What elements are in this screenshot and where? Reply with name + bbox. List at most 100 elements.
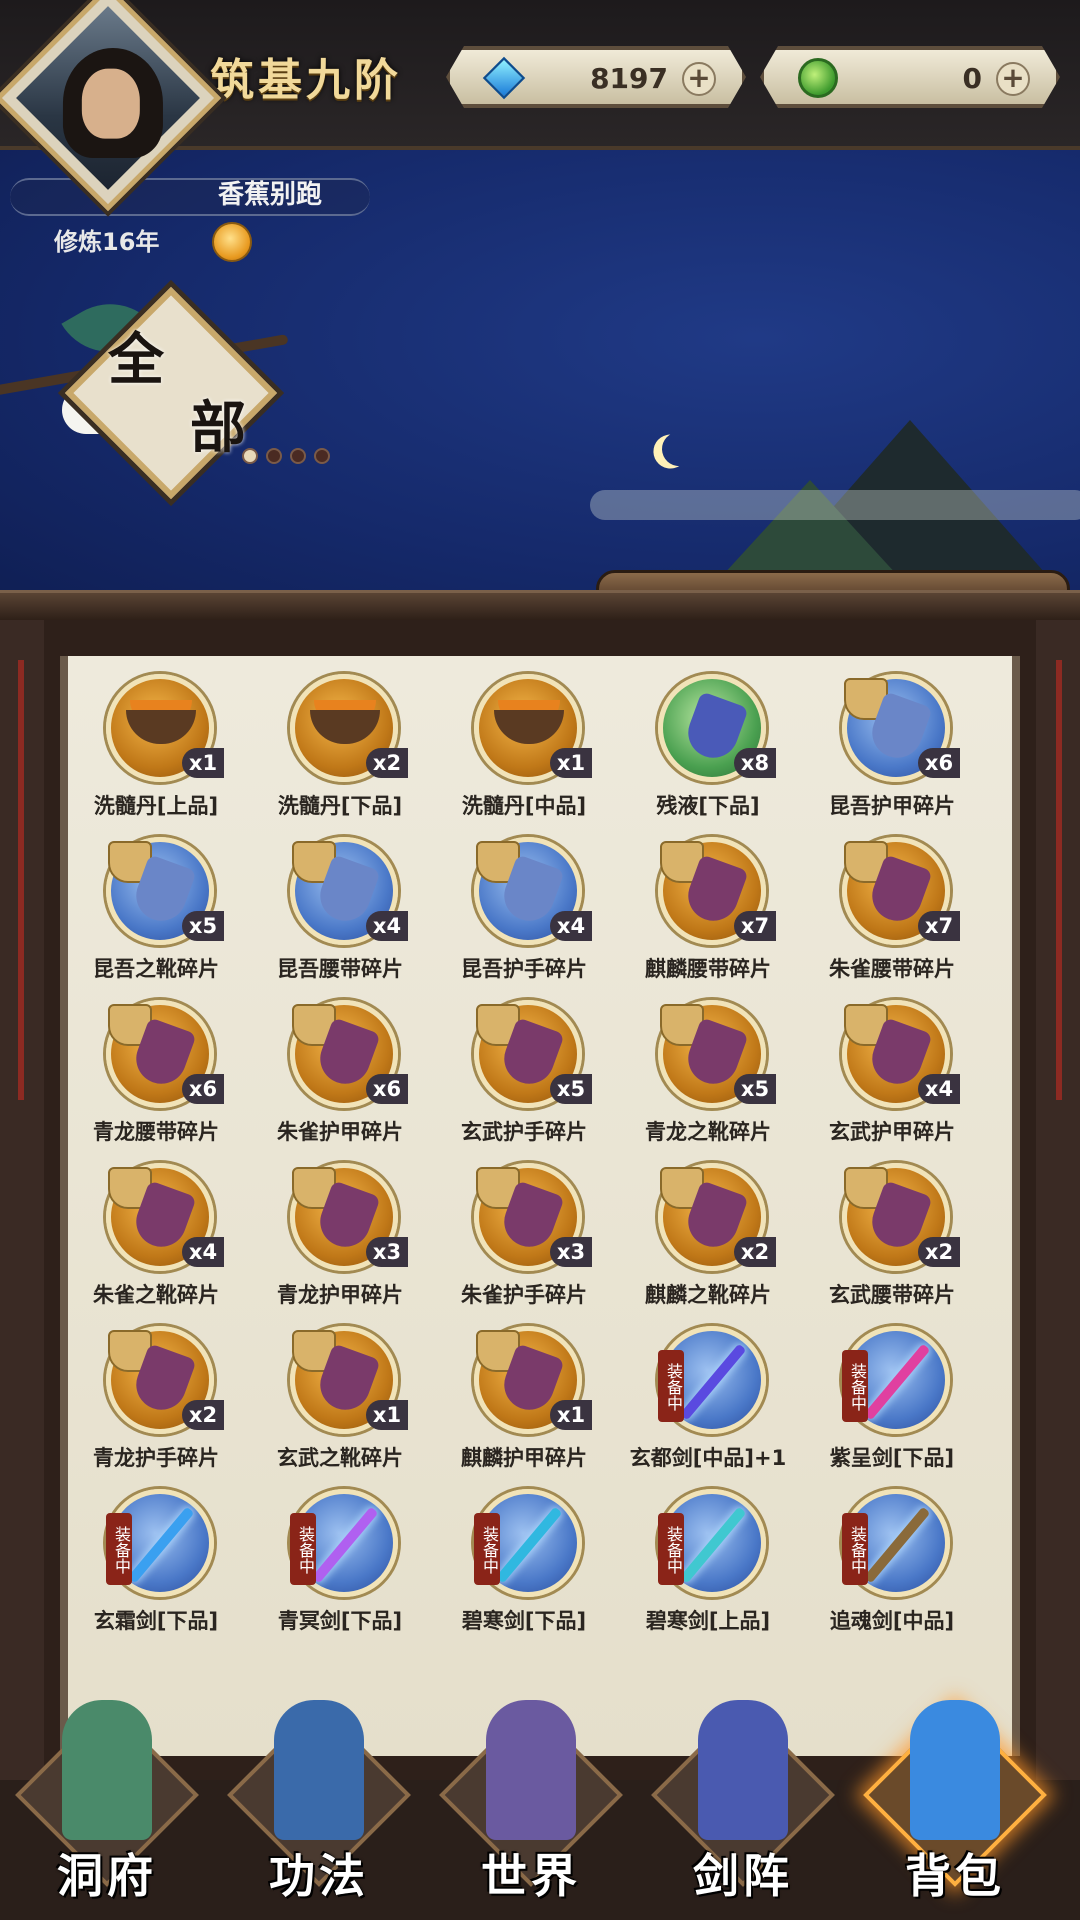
item-count: x7 xyxy=(918,911,960,941)
inventory-item[interactable]: 装备中碧寒剑[下品] xyxy=(432,1489,616,1652)
item-name: 朱雀之靴碎片 xyxy=(93,1283,219,1307)
nav-bag-button[interactable]: 背包 xyxy=(860,1690,1050,1903)
inventory-item[interactable]: 装备中玄都剑[中品]+1 xyxy=(616,1326,800,1489)
inventory-item[interactable]: x4 玄武护甲碎片 xyxy=(800,1000,984,1163)
inventory-item[interactable]: 装备中 碧寒剑[上品] xyxy=(616,1489,800,1652)
nav-label: 洞府 xyxy=(57,1849,157,1903)
technique-book-icon xyxy=(274,1700,364,1840)
inventory-item[interactable]: x5 昆吾之靴碎片 xyxy=(64,837,248,1000)
filter-label-char: 部 xyxy=(190,395,246,461)
item-name: 玄武之靴碎片 xyxy=(277,1446,403,1470)
item-name: 玄武护手碎片 xyxy=(461,1120,587,1144)
page-dot[interactable] xyxy=(266,448,282,464)
item-name: 碧寒剑[下品] xyxy=(461,1609,587,1633)
inventory-item[interactable]: x1 玄武之靴碎片 xyxy=(248,1326,432,1489)
item-count: x1 xyxy=(550,1400,592,1430)
inventory-item[interactable]: x7 朱雀腰带碎片 xyxy=(800,837,984,1000)
inventory-item[interactable]: x2 青龙护手碎片 xyxy=(64,1326,248,1489)
item-name: 青龙护甲碎片 xyxy=(277,1283,403,1307)
nav-label: 世界 xyxy=(481,1849,581,1903)
item-name: 麒麟之靴碎片 xyxy=(645,1283,771,1307)
inventory-item[interactable]: x1 麒麟护甲碎片 xyxy=(432,1326,616,1489)
inventory-item[interactable]: x3 朱雀护手碎片 xyxy=(432,1163,616,1326)
item-name: 昆吾护手碎片 xyxy=(461,957,587,981)
nav-cave-button[interactable]: 洞府 xyxy=(12,1690,202,1903)
inventory-item[interactable]: 装备中 追魂剑[中品] xyxy=(800,1489,984,1652)
page-indicator xyxy=(242,448,330,464)
inventory-item[interactable]: x4 昆吾护手碎片 xyxy=(432,837,616,1000)
item-count: x5 xyxy=(182,911,224,941)
inventory-item[interactable]: x3 青龙护甲碎片 xyxy=(248,1163,432,1326)
inventory-item[interactable]: x5 玄武护手碎片 xyxy=(432,1000,616,1163)
page-dot[interactable] xyxy=(290,448,306,464)
item-name: 朱雀腰带碎片 xyxy=(829,957,955,981)
item-count: x5 xyxy=(550,1074,592,1104)
item-count: x3 xyxy=(550,1237,592,1267)
item-count: x1 xyxy=(366,1400,408,1430)
inventory-item[interactable]: x1 洗髓丹[中品] xyxy=(432,674,616,837)
item-name: 残液[下品] xyxy=(656,794,760,818)
inventory-item[interactable]: x6 青龙腰带碎片 xyxy=(64,1000,248,1163)
inventory-item[interactable]: 装备中 紫呈剑[下品] xyxy=(800,1326,984,1489)
inventory-item[interactable]: 装备中 玄霜剑[下品] xyxy=(64,1489,248,1652)
equipped-badge: 装备中 xyxy=(290,1513,316,1585)
inventory-item[interactable]: x6 昆吾护甲碎片 xyxy=(800,674,984,837)
item-count: x6 xyxy=(918,748,960,778)
item-count: x2 xyxy=(182,1400,224,1430)
equipped-badge: 装备中 xyxy=(474,1513,500,1585)
inventory-item[interactable]: x6 朱雀护甲碎片 xyxy=(248,1000,432,1163)
sun-orb-icon[interactable] xyxy=(212,222,252,262)
inventory-item[interactable]: x2 洗髓丹[下品] xyxy=(248,674,432,837)
item-name: 洗髓丹[中品] xyxy=(461,794,587,818)
item-name: 玄都剑[中品]+1 xyxy=(629,1446,787,1470)
inventory-item[interactable]: x1 洗髓丹[上品] xyxy=(64,674,248,837)
add-gem-button[interactable]: + xyxy=(682,62,716,96)
realm-title: 筑基九阶 xyxy=(210,55,402,106)
item-name: 青龙腰带碎片 xyxy=(93,1120,219,1144)
backpack-icon xyxy=(910,1700,1000,1840)
item-name: 青龙护手碎片 xyxy=(93,1446,219,1470)
nav-sword-button[interactable]: 剑阵 xyxy=(648,1690,838,1903)
item-count: x2 xyxy=(918,1237,960,1267)
item-count: x8 xyxy=(734,748,776,778)
player-name: 香蕉别跑 xyxy=(218,180,323,210)
green-jade-icon xyxy=(798,58,838,98)
cultivation-years: 修炼16年 xyxy=(54,228,160,256)
item-name: 昆吾之靴碎片 xyxy=(93,957,219,981)
item-count: x6 xyxy=(366,1074,408,1104)
inventory-item[interactable]: 装备中 青冥剑[下品] xyxy=(248,1489,432,1652)
gem-amount: 8197 xyxy=(590,62,668,95)
cave-mansion-icon xyxy=(62,1700,152,1840)
inventory-item[interactable]: x8 残液[下品] xyxy=(616,674,800,837)
item-count: x6 xyxy=(182,1074,224,1104)
filter-all-label: 全 部 xyxy=(100,326,250,476)
nav-world-button[interactable]: 世界 xyxy=(436,1690,626,1903)
filter-label-char: 全 xyxy=(108,327,164,393)
equipped-badge: 装备中 xyxy=(658,1350,684,1422)
inventory-item[interactable]: x4 朱雀之靴碎片 xyxy=(64,1163,248,1326)
nav-label: 剑阵 xyxy=(693,1849,793,1903)
item-name: 麒麟腰带碎片 xyxy=(645,957,771,981)
inventory-item[interactable]: x4 昆吾腰带碎片 xyxy=(248,837,432,1000)
nav-technique-button[interactable]: 功法 xyxy=(224,1690,414,1903)
add-jade-button[interactable]: + xyxy=(996,62,1030,96)
equipped-badge: 装备中 xyxy=(842,1350,868,1422)
item-grid: x1 洗髓丹[上品] x2 洗髓丹[下品] x1 洗髓丹[中品] x8 残液[下品] x6 昆吾护… xyxy=(64,674,984,1652)
page-dot[interactable] xyxy=(242,448,258,464)
item-name: 昆吾护甲碎片 xyxy=(829,794,955,818)
item-name: 玄武腰带碎片 xyxy=(829,1283,955,1307)
inventory-item[interactable]: x2 玄武腰带碎片 xyxy=(800,1163,984,1326)
item-count: x2 xyxy=(366,748,408,778)
inventory-item[interactable]: x5 青龙之靴碎片 xyxy=(616,1000,800,1163)
inventory-item[interactable]: x7 麒麟腰带碎片 xyxy=(616,837,800,1000)
inventory-item[interactable]: x2 麒麟之靴碎片 xyxy=(616,1163,800,1326)
jade-amount: 0 xyxy=(962,62,982,95)
item-count: x4 xyxy=(550,911,592,941)
item-count: x4 xyxy=(182,1237,224,1267)
item-count: x2 xyxy=(734,1237,776,1267)
nav-label: 功法 xyxy=(269,1849,369,1903)
page-dot[interactable] xyxy=(314,448,330,464)
item-name: 青龙之靴碎片 xyxy=(645,1120,771,1144)
item-count: x4 xyxy=(366,911,408,941)
item-count: x4 xyxy=(918,1074,960,1104)
